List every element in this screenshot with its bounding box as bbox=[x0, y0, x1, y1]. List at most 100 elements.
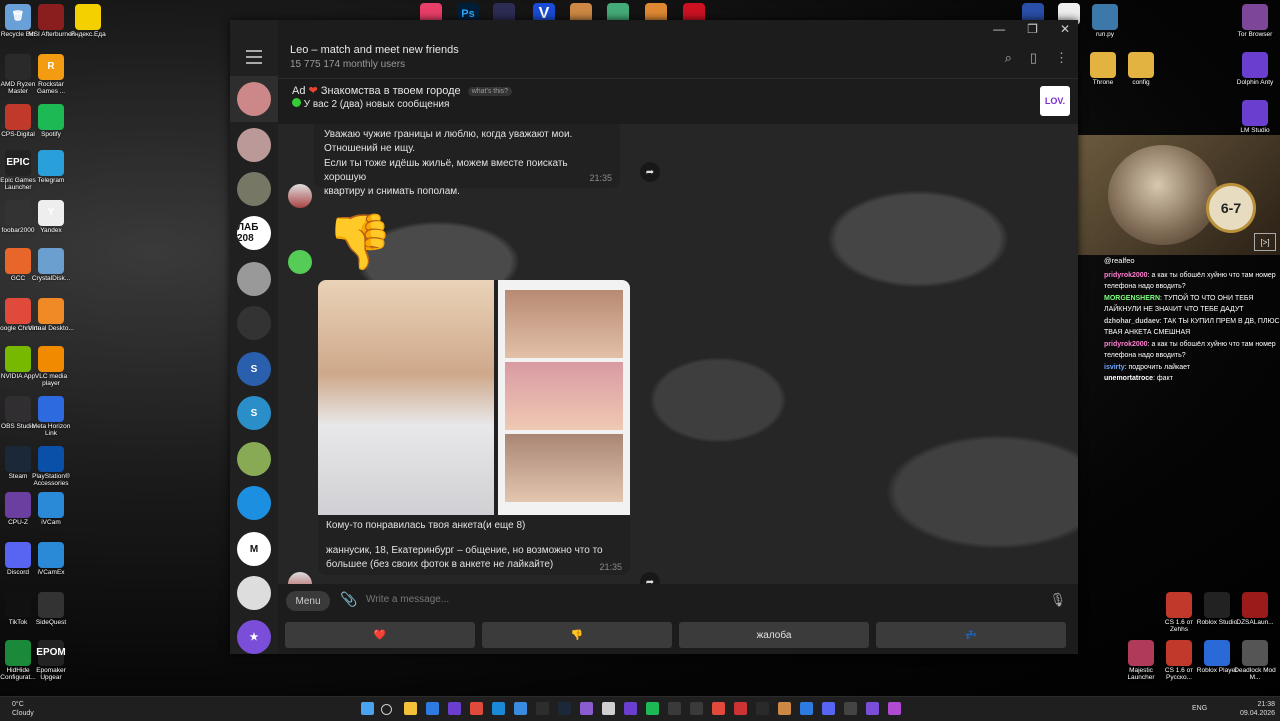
taskbar-app-icon[interactable] bbox=[492, 702, 505, 715]
taskbar-app-icon[interactable] bbox=[624, 702, 637, 715]
minimize-icon[interactable]: — bbox=[993, 22, 1005, 36]
desktop-icon[interactable]: Spotify bbox=[28, 104, 74, 139]
taskbar-app-icon[interactable] bbox=[558, 702, 571, 715]
profile-photo-message[interactable]: Кому-то понравилась твоя анкета(и еще 8)… bbox=[318, 280, 630, 575]
more-icon[interactable]: ⋮ bbox=[1055, 50, 1068, 66]
chat-username[interactable]: unemortatroce bbox=[1104, 375, 1153, 382]
share-icon[interactable]: ➦ bbox=[640, 572, 660, 584]
clock[interactable]: 21:38 09.04.2026 bbox=[1240, 700, 1275, 718]
chat-avatar[interactable] bbox=[237, 486, 271, 520]
desktop-icon[interactable]: PlayStation® Accessories bbox=[28, 446, 74, 488]
chat-avatar[interactable] bbox=[237, 172, 271, 206]
desktop-icon[interactable]: EPOM Epomaker Upgear bbox=[28, 640, 74, 682]
chat-avatar[interactable]: ★ bbox=[237, 620, 271, 654]
search-icon[interactable]: ⌕ bbox=[1005, 50, 1012, 66]
desktop-icon[interactable]: iVCamEx bbox=[28, 542, 74, 577]
desktop-icon[interactable]: Яндекс.Еда bbox=[65, 4, 111, 39]
bot-avatar[interactable] bbox=[288, 572, 312, 584]
taskbar-app-icon[interactable] bbox=[514, 702, 527, 715]
taskbar-app-icon[interactable] bbox=[580, 702, 593, 715]
chat-username[interactable]: pridyrok2000 bbox=[1104, 272, 1148, 279]
taskbar-app-icon[interactable] bbox=[800, 702, 813, 715]
message-input[interactable]: Write a message... bbox=[366, 594, 449, 605]
taskbar-app-icon[interactable] bbox=[888, 702, 901, 715]
desktop-icon[interactable]: R Rockstar Games ... bbox=[28, 54, 74, 96]
chat-avatar[interactable]: S bbox=[237, 396, 271, 430]
taskbar-app-icon[interactable] bbox=[844, 702, 857, 715]
attach-icon[interactable]: 📎 bbox=[340, 591, 357, 608]
chat-avatar[interactable] bbox=[237, 262, 271, 296]
ad-logo[interactable]: LOV. bbox=[1040, 86, 1070, 116]
dislike-button[interactable]: 👎 bbox=[482, 622, 672, 648]
chat-avatar[interactable]: S bbox=[237, 352, 271, 386]
sleep-button[interactable]: 💤 bbox=[876, 622, 1066, 648]
taskbar-app-icon[interactable] bbox=[712, 702, 725, 715]
stream-chat-message: isvirty: подрочить лайкает bbox=[1104, 363, 1190, 371]
desktop-icon[interactable]: Virtual Deskto... bbox=[28, 298, 74, 333]
clock-date: 09.04.2026 bbox=[1240, 710, 1276, 717]
dislike-sticker: 👎 bbox=[326, 212, 394, 272]
taskbar-app-icon[interactable] bbox=[778, 702, 791, 715]
chat-username[interactable]: dzhohar_dudaev bbox=[1104, 318, 1160, 325]
taskbar-app-icon[interactable] bbox=[690, 702, 703, 715]
desktop-icon[interactable]: run.py bbox=[1082, 4, 1128, 39]
microphone-icon[interactable]: 🎙 bbox=[1049, 592, 1066, 608]
report-button[interactable]: жалоба bbox=[679, 622, 869, 648]
desktop-icon[interactable]: VLC media player bbox=[28, 346, 74, 388]
message-bubble[interactable]: Уважаю чужие границы и люблю, когда уваж… bbox=[314, 124, 620, 197]
chat-avatar[interactable] bbox=[237, 442, 271, 476]
taskbar-app-icon[interactable] bbox=[602, 702, 615, 715]
hamburger-menu-icon[interactable] bbox=[246, 50, 262, 64]
profile-photo-strip[interactable] bbox=[498, 280, 630, 515]
taskbar-app-icon[interactable] bbox=[668, 702, 681, 715]
sponsored-ad[interactable]: Ad ❤ Знакомства в твоем городе what's th… bbox=[278, 78, 1078, 125]
chat-username[interactable]: MORGENSHERN bbox=[1104, 295, 1160, 302]
sidebar-toggle-icon[interactable]: ▯ bbox=[1030, 50, 1037, 66]
taskbar-app-icon[interactable] bbox=[404, 702, 417, 715]
start-icon[interactable] bbox=[361, 702, 374, 715]
chat-avatar[interactable] bbox=[237, 576, 271, 610]
bot-menu-button[interactable]: Menu bbox=[286, 591, 330, 611]
desktop-icon[interactable]: iVCam bbox=[28, 492, 74, 527]
taskbar-app-icon[interactable] bbox=[822, 702, 835, 715]
desktop-icon[interactable]: Dolphin Anty bbox=[1232, 52, 1278, 87]
chat-avatar[interactable]: ЛАБ 208 bbox=[237, 216, 271, 250]
desktop-icon[interactable]: DZSALaun... bbox=[1232, 592, 1278, 627]
chat-title[interactable]: Leo – match and meet new friends bbox=[290, 44, 459, 56]
chat-avatar[interactable] bbox=[237, 306, 271, 340]
chat-username[interactable]: isvirty bbox=[1104, 364, 1125, 371]
desktop-icon[interactable]: Telegram bbox=[28, 150, 74, 185]
close-icon[interactable]: ✕ bbox=[1060, 22, 1070, 36]
chat-avatar[interactable] bbox=[237, 128, 271, 162]
whats-this-link[interactable]: what's this? bbox=[467, 86, 513, 96]
taskbar-app-icon[interactable] bbox=[756, 702, 769, 715]
app-icon bbox=[1242, 592, 1268, 618]
taskbar-app-icon[interactable] bbox=[426, 702, 439, 715]
maximize-icon[interactable]: ❐ bbox=[1027, 22, 1038, 36]
taskbar-app-icon[interactable] bbox=[734, 702, 747, 715]
language-indicator[interactable]: ENG bbox=[1192, 705, 1207, 712]
taskbar-app-icon[interactable] bbox=[866, 702, 879, 715]
chat-avatar[interactable] bbox=[237, 82, 271, 116]
bot-avatar[interactable] bbox=[288, 184, 312, 208]
desktop-icon[interactable]: LM Studio bbox=[1232, 100, 1278, 135]
like-button[interactable]: ❤️ bbox=[285, 622, 475, 648]
taskbar-app-icon[interactable] bbox=[470, 702, 483, 715]
taskbar-app-icon[interactable] bbox=[536, 702, 549, 715]
taskbar: 0°C Cloudy ENG 21:38 09.04.2026 bbox=[0, 696, 1280, 721]
desktop-icon[interactable]: Deadlock Mod M... bbox=[1232, 640, 1278, 682]
desktop-icon[interactable]: config bbox=[1118, 52, 1164, 87]
chat-username[interactable]: pridyrok2000 bbox=[1104, 341, 1148, 348]
desktop-icon[interactable]: Y Yandex bbox=[28, 200, 74, 235]
desktop-icon[interactable]: Meta Horizon Link bbox=[28, 396, 74, 438]
taskbar-app-icon[interactable] bbox=[646, 702, 659, 715]
desktop-icon[interactable]: SideQuest bbox=[28, 592, 74, 627]
desktop-icon[interactable]: Tor Browser bbox=[1232, 4, 1278, 39]
chat-avatar[interactable]: M bbox=[237, 532, 271, 566]
profile-photo-main[interactable] bbox=[318, 280, 494, 515]
share-icon[interactable]: ➦ bbox=[640, 162, 660, 182]
taskbar-app-icon[interactable] bbox=[448, 702, 461, 715]
desktop-icon[interactable]: CrystalDisk... bbox=[28, 248, 74, 283]
search-icon[interactable] bbox=[381, 704, 392, 715]
weather-widget[interactable]: 0°C Cloudy bbox=[12, 700, 34, 718]
